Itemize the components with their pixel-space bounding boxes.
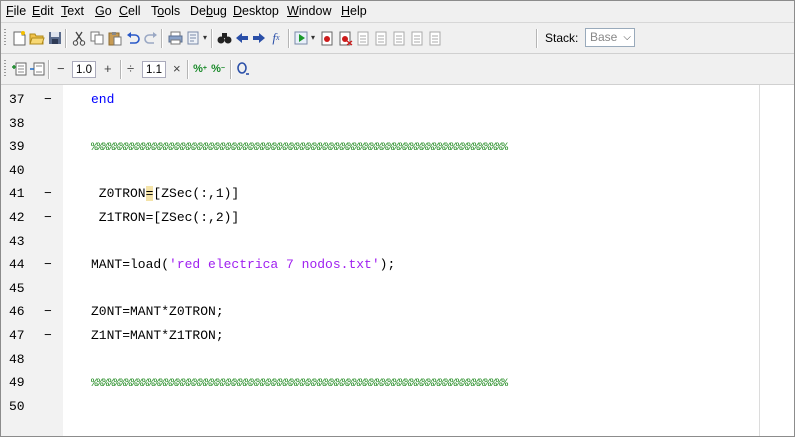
code-line[interactable]: 50 [1, 395, 759, 418]
menu-go[interactable]: Go [95, 4, 112, 18]
code-text: Z1NT=MANT*Z1TRON; [91, 328, 224, 343]
line-number: 37 [9, 92, 25, 107]
code-text: Z0TRON=[ZSec(:,1)] [91, 186, 240, 202]
multiply-button[interactable]: × [173, 61, 181, 76]
line-number: 43 [9, 233, 25, 249]
code-line[interactable]: 42 − Z1TRON=[ZSec(:,2)] [1, 206, 759, 229]
step-in-icon[interactable] [373, 30, 389, 46]
forward-arrow-icon[interactable] [251, 30, 267, 46]
executable-line-marker[interactable]: − [44, 253, 52, 276]
step-out-icon[interactable] [391, 30, 407, 46]
code-editor[interactable]: 37 − end 38 39%%%%%%%%%%%%%%%%%%%%%%%%%%%%%%… [1, 85, 794, 436]
code-line[interactable]: 48 [1, 348, 759, 371]
executable-line-marker[interactable]: − [44, 300, 52, 323]
line-number: 49 [9, 375, 25, 391]
code-line[interactable]: 40 [1, 159, 759, 182]
code-line[interactable]: 47 − Z1NT=MANT*Z1TRON; [1, 324, 759, 347]
stack-select[interactable]: Base ⌵ [585, 28, 635, 47]
line-number: 39 [9, 139, 25, 155]
copy-icon[interactable] [89, 30, 105, 46]
cell-value-field-1[interactable]: 1.0 [72, 61, 96, 78]
code-text: MANT=load('red electrica 7 nodos.txt'); [91, 257, 396, 273]
code-text: Z0NT=MANT*Z0TRON; [91, 304, 224, 320]
menu-desktop[interactable]: Desktop [233, 4, 279, 18]
stack-label: Stack: [545, 31, 579, 45]
breakpoint-icon[interactable] [319, 30, 335, 46]
code-line[interactable]: 39%%%%%%%%%%%%%%%%%%%%%%%%%%%%%%%%%%%%%%… [1, 135, 759, 158]
line-number: 45 [9, 280, 25, 296]
code-text: %%%%%%%%%%%%%%%%%%%%%%%%%%%%%%%%%%%%%%%%… [91, 142, 508, 155]
chevron-down-icon[interactable]: ▾ [201, 30, 209, 46]
cut-icon[interactable] [71, 30, 87, 46]
undo-icon[interactable] [125, 30, 141, 46]
code-line[interactable]: 46 − Z0NT=MANT*Z0TRON; [1, 300, 759, 323]
menu-debug[interactable]: Debug [190, 4, 227, 18]
executable-line-marker[interactable]: − [44, 324, 52, 347]
comment-icon[interactable]: % + [192, 61, 208, 77]
main-toolbar: ▾ fx ▾ Stack: Base ⌵ [1, 23, 794, 54]
menu-tools[interactable]: Tools [151, 4, 180, 18]
stack-value: Base [590, 30, 618, 44]
code-text: %%%%%%%%%%%%%%%%%%%%%%%%%%%%%%%%%%%%%%%%… [91, 378, 508, 391]
function-browser-icon[interactable]: fx [268, 30, 284, 46]
run-dropdown-icon[interactable]: ▾ [309, 30, 317, 46]
new-file-icon[interactable] [11, 30, 27, 46]
code-text: end [91, 92, 115, 107]
line-number: 46 [9, 304, 25, 320]
open-folder-icon[interactable] [29, 30, 45, 46]
line-number: 50 [9, 398, 25, 414]
chevron-down-icon: ⌵ [623, 32, 631, 43]
divide-button[interactable]: ÷ [127, 61, 134, 76]
code-line[interactable]: 37 − end [1, 88, 759, 111]
code-line[interactable]: 43 [1, 230, 759, 253]
menu-help[interactable]: Help [341, 4, 367, 18]
insert-cell-divider-icon[interactable] [11, 61, 27, 77]
code-text: Z1TRON=[ZSec(:,2)] [91, 210, 240, 225]
save-icon[interactable] [47, 30, 63, 46]
uncomment-icon[interactable]: % − [210, 61, 226, 77]
menu-text[interactable]: Text [61, 4, 84, 18]
exit-debug-icon[interactable] [427, 30, 443, 46]
code-line[interactable]: 49%%%%%%%%%%%%%%%%%%%%%%%%%%%%%%%%%%%%%%… [1, 371, 759, 394]
cell-value-field-2[interactable]: 1.1 [142, 61, 166, 78]
decrement-button[interactable]: − [57, 61, 65, 76]
increment-button[interactable]: + [104, 61, 112, 76]
menu-edit[interactable]: Edit [32, 4, 54, 18]
step-icon[interactable] [355, 30, 371, 46]
continue-icon[interactable] [409, 30, 425, 46]
line-number: 38 [9, 115, 25, 131]
paste-icon[interactable] [107, 30, 123, 46]
code-line[interactable]: 38 [1, 112, 759, 135]
clear-breakpoints-icon[interactable] [337, 30, 353, 46]
executable-line-marker[interactable]: − [44, 206, 52, 229]
line-number: 47 [9, 328, 25, 343]
cell-toolbar: − 1.0 + ÷ 1.1 × % + % − [1, 54, 794, 85]
menu-window[interactable]: Window [287, 4, 331, 18]
run-icon[interactable] [293, 30, 309, 46]
line-number: 42 [9, 210, 25, 225]
back-arrow-icon[interactable] [234, 30, 250, 46]
find-icon[interactable] [216, 30, 232, 46]
cell-layout-icon[interactable] [29, 61, 45, 77]
code-line[interactable]: 45 [1, 277, 759, 300]
editor-window: File Edit Text Go Cell Tools Debug Deskt… [0, 0, 795, 437]
toolbar-grip [4, 60, 6, 78]
code-line[interactable]: 44 − MANT=load('red electrica 7 nodos.txt'… [1, 253, 759, 276]
menu-cell[interactable]: Cell [119, 4, 141, 18]
executable-line-marker[interactable]: − [44, 88, 52, 111]
cell-eval-icon[interactable] [235, 61, 251, 77]
menu-file[interactable]: File [6, 4, 26, 18]
toolbar-grip [4, 29, 6, 47]
code-line[interactable]: 41 − Z0TRON=[ZSec(:,1)] [1, 182, 759, 205]
line-number: 44 [9, 257, 25, 273]
line-number: 40 [9, 162, 25, 178]
line-number: 48 [9, 351, 25, 367]
print-icon[interactable] [167, 30, 183, 46]
publish-icon[interactable] [185, 30, 201, 46]
line-number: 41 [9, 186, 25, 202]
redo-icon[interactable] [143, 30, 159, 46]
right-margin-line [759, 85, 760, 436]
menu-bar: File Edit Text Go Cell Tools Debug Deskt… [1, 1, 794, 23]
executable-line-marker[interactable]: − [44, 182, 52, 205]
